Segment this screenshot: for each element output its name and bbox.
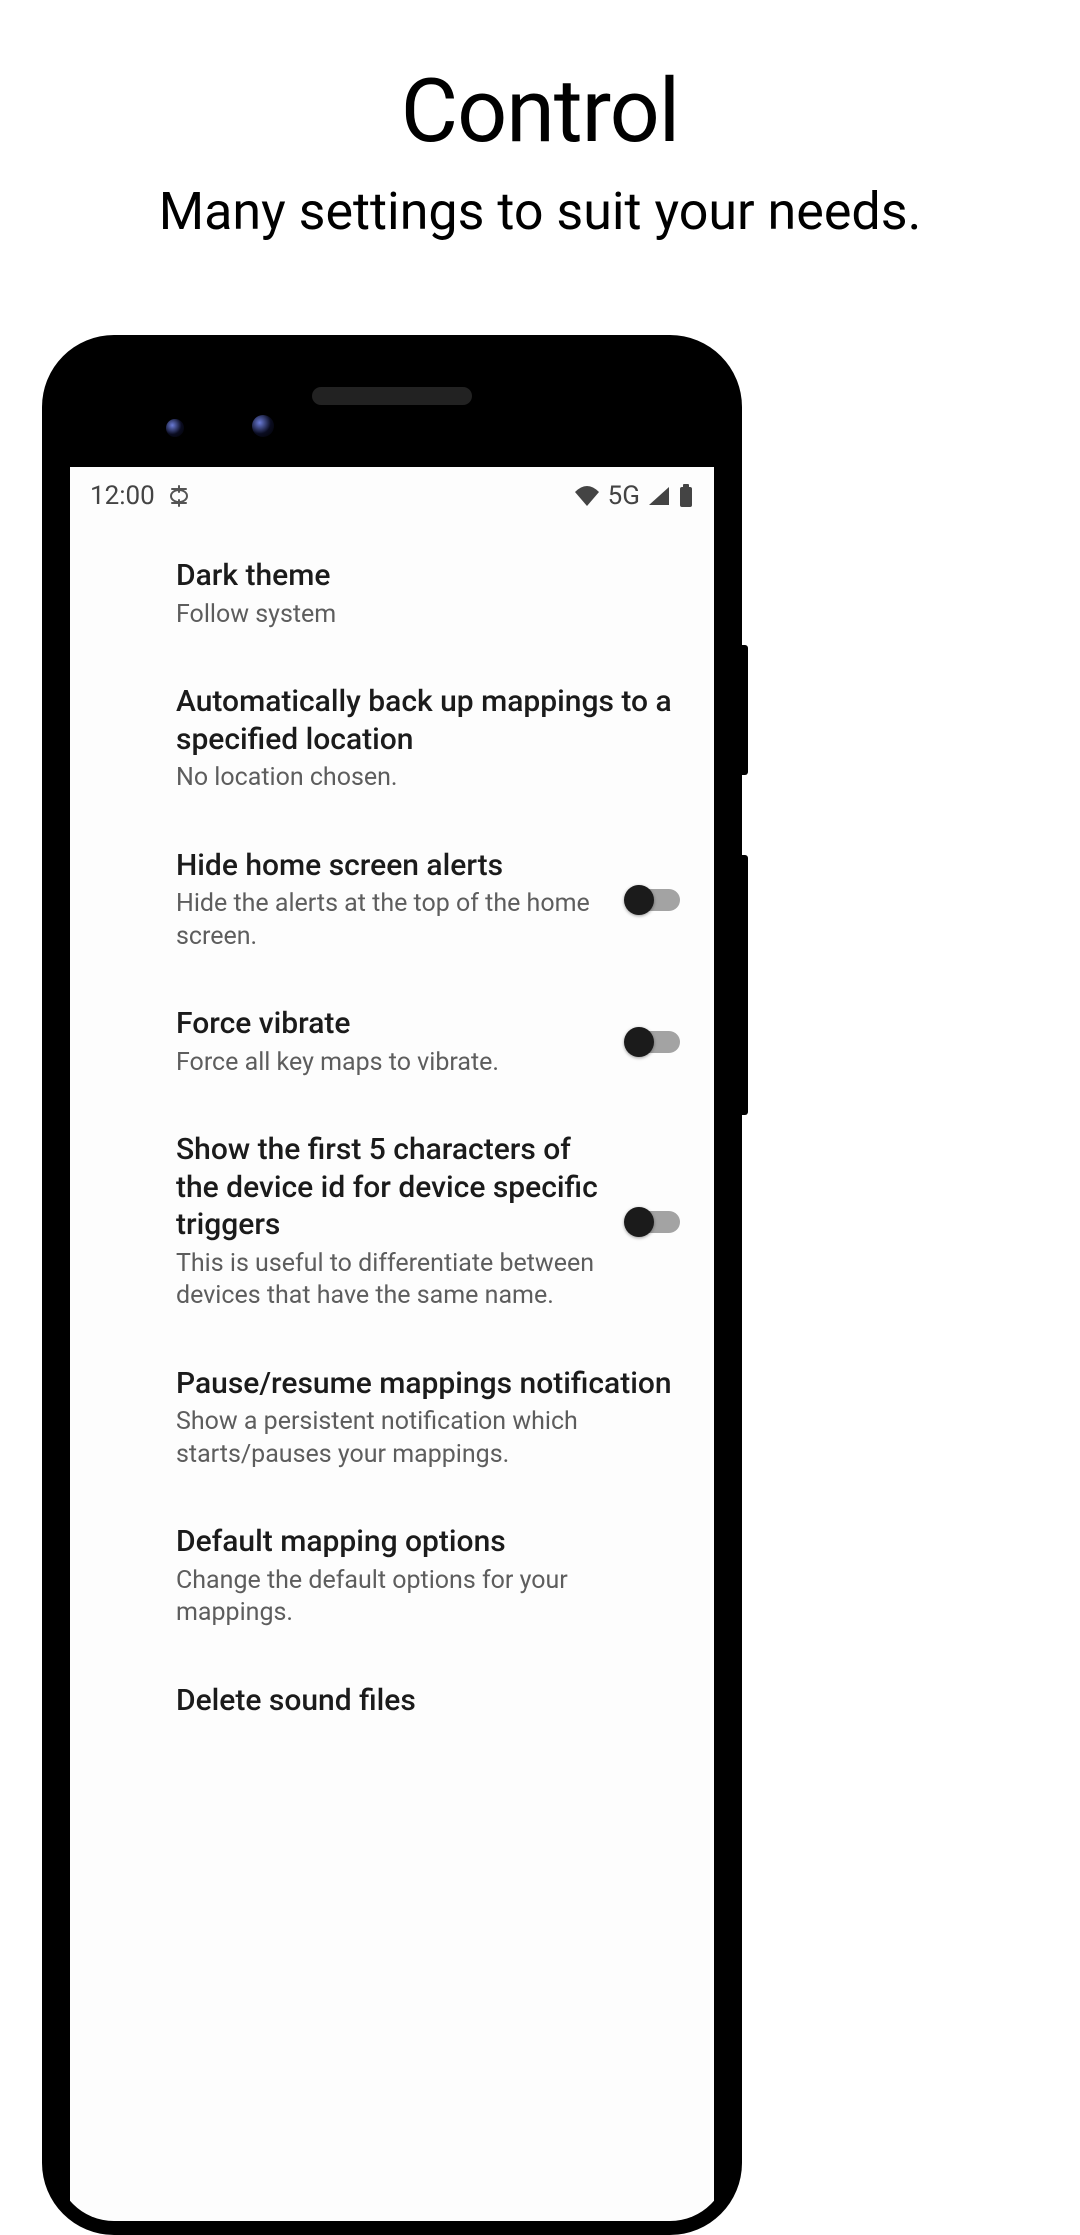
phone-camera-icon (252, 415, 274, 437)
setting-title: Dark theme (176, 557, 686, 595)
app-status-icon (169, 485, 189, 507)
setting-title: Hide home screen alerts (176, 847, 604, 885)
promo-subtitle: Many settings to suit your needs. (0, 179, 1080, 244)
setting-title: Show the first 5 characters of the devic… (176, 1131, 604, 1244)
promo-title: Control (0, 60, 1080, 163)
setting-backup-mappings[interactable]: Automatically back up mappings to a spec… (70, 657, 714, 821)
status-bar: 12:00 5G (70, 467, 714, 521)
setting-title: Automatically back up mappings to a spec… (176, 683, 686, 758)
setting-dark-theme[interactable]: Dark theme Follow system (70, 531, 714, 657)
setting-default-mapping-options[interactable]: Default mapping options Change the defau… (70, 1497, 714, 1656)
phone-screen: 12:00 5G (70, 467, 714, 2221)
setting-title: Default mapping options (176, 1523, 686, 1561)
toggle-switch[interactable] (628, 1031, 680, 1053)
toggle-switch[interactable] (628, 1211, 680, 1233)
phone-frame: 12:00 5G (42, 335, 742, 2235)
phone-earpiece (312, 387, 472, 405)
signal-icon (648, 486, 670, 506)
setting-pause-resume-notification[interactable]: Pause/resume mappings notification Show … (70, 1339, 714, 1498)
status-time: 12:00 (90, 481, 155, 511)
setting-desc: Hide the alerts at the top of the home s… (176, 888, 604, 953)
toggle-switch[interactable] (628, 889, 680, 911)
setting-title: Pause/resume mappings notification (176, 1365, 686, 1403)
setting-desc: Force all key maps to vibrate. (176, 1047, 604, 1080)
setting-desc: Change the default options for your mapp… (176, 1565, 686, 1630)
battery-icon (678, 484, 694, 508)
setting-show-device-id[interactable]: Show the first 5 characters of the devic… (70, 1105, 714, 1339)
setting-desc: Show a persistent notification which sta… (176, 1406, 686, 1471)
promo-header: Control Many settings to suit your needs… (0, 0, 1080, 244)
setting-force-vibrate[interactable]: Force vibrate Force all key maps to vibr… (70, 979, 714, 1105)
wifi-icon (574, 486, 600, 506)
phone-side-button (738, 855, 748, 1115)
setting-title: Force vibrate (176, 1005, 604, 1043)
phone-side-button (738, 645, 748, 775)
phone-camera-icon (166, 419, 184, 437)
setting-hide-alerts[interactable]: Hide home screen alerts Hide the alerts … (70, 821, 714, 980)
setting-desc: No location chosen. (176, 762, 686, 795)
setting-title: Delete sound files (176, 1682, 686, 1720)
network-label: 5G (608, 481, 640, 511)
setting-delete-sound-files[interactable]: Delete sound files (70, 1656, 714, 1746)
setting-desc: This is useful to differentiate between … (176, 1248, 604, 1313)
setting-desc: Follow system (176, 599, 686, 632)
settings-list[interactable]: Dark theme Follow system Automatically b… (70, 521, 714, 1745)
